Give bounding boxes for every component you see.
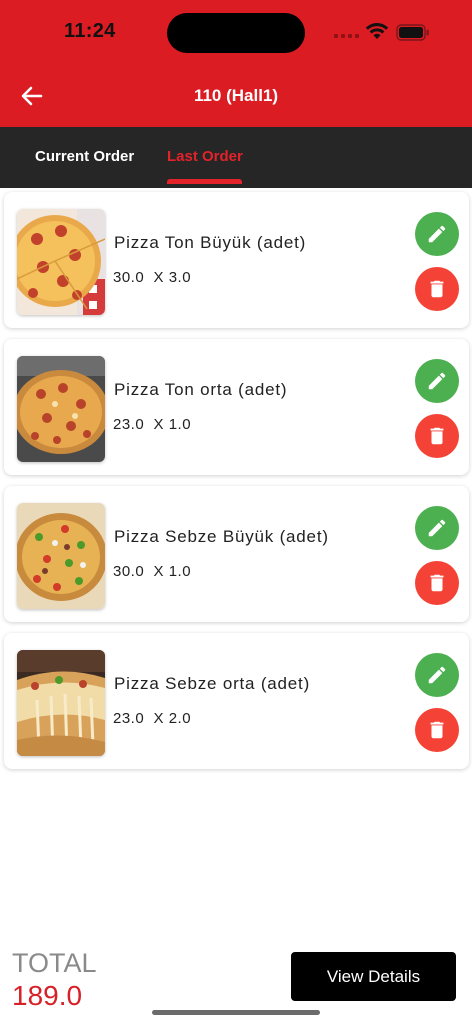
- trash-icon: [430, 721, 444, 739]
- delete-button[interactable]: [415, 561, 459, 605]
- edit-button[interactable]: [415, 359, 459, 403]
- pencil-icon: [428, 519, 446, 537]
- view-details-button[interactable]: View Details: [291, 952, 456, 1001]
- total-value: 189.0: [12, 980, 83, 1011]
- product-image: [17, 209, 105, 315]
- list-item: Pizza Sebze orta (adet) 23.0 X 2.0: [4, 633, 469, 769]
- item-price-quantity: 23.0 X 1.0: [113, 416, 192, 433]
- item-name: Pizza Sebze orta (adet): [114, 674, 311, 693]
- list-item: Pizza Ton Büyük (adet) 30.0 X 3.0: [4, 192, 469, 328]
- item-price-quantity: 23.0 X 2.0: [113, 710, 192, 727]
- product-image: [17, 503, 105, 609]
- trash-icon: [430, 574, 444, 592]
- item-price-quantity: 30.0 X 3.0: [113, 269, 192, 286]
- pencil-icon: [428, 225, 446, 243]
- total-label: TOTAL: [12, 948, 97, 978]
- product-image: [17, 356, 105, 462]
- list-item: Pizza Sebze Büyük (adet) 30.0 X 1.0: [4, 486, 469, 622]
- trash-icon: [430, 427, 444, 445]
- wifi-icon: [365, 23, 389, 39]
- home-indicator: [152, 1010, 320, 1015]
- pencil-icon: [428, 372, 446, 390]
- delete-button[interactable]: [415, 414, 459, 458]
- list-item: Pizza Ton orta (adet) 23.0 X 1.0: [4, 339, 469, 475]
- item-name: Pizza Ton Büyük (adet): [114, 233, 307, 252]
- item-name: Pizza Sebze Büyük (adet): [114, 527, 329, 546]
- trash-icon: [430, 280, 444, 298]
- status-time: 11:24: [64, 20, 116, 42]
- item-price-quantity: 30.0 X 1.0: [113, 563, 192, 580]
- product-image: [17, 650, 105, 756]
- dynamic-island: [167, 13, 305, 53]
- delete-button[interactable]: [415, 708, 459, 752]
- status-bar: 11:24: [0, 0, 472, 62]
- cellular-signal-icon: [334, 34, 360, 40]
- edit-button[interactable]: [415, 506, 459, 550]
- delete-button[interactable]: [415, 267, 459, 311]
- page-title: 110 (Hall1): [193, 86, 279, 105]
- edit-button[interactable]: [415, 212, 459, 256]
- active-tab-indicator: [167, 179, 242, 184]
- tab-bar: Current Order Last Order: [0, 127, 472, 188]
- item-name: Pizza Ton orta (adet): [114, 380, 288, 399]
- tab-last-order[interactable]: Last Order: [167, 148, 243, 165]
- app-header: 11:24 110 (Hall1): [0, 0, 472, 127]
- tab-current-order[interactable]: Current Order: [35, 148, 134, 165]
- battery-icon: [396, 24, 429, 41]
- pencil-icon: [428, 666, 446, 684]
- edit-button[interactable]: [415, 653, 459, 697]
